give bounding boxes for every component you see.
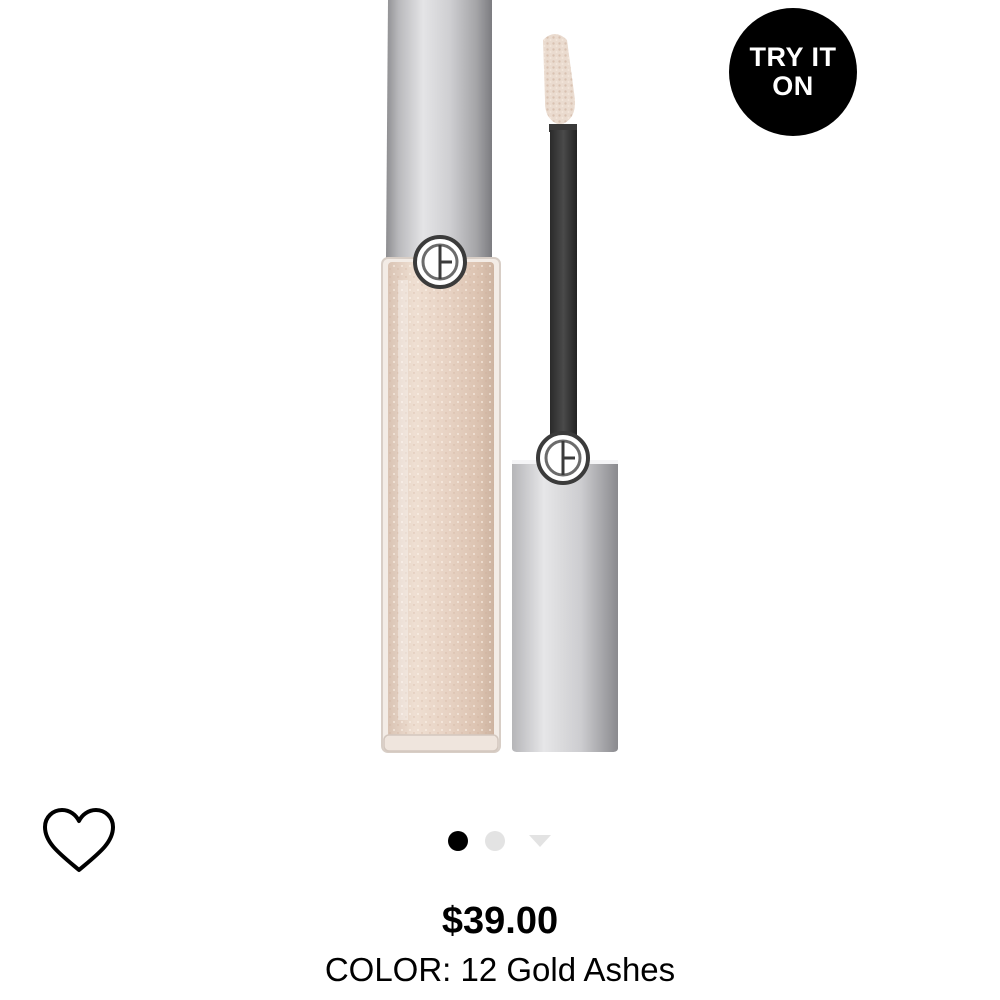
carousel-dot-2[interactable] bbox=[485, 831, 505, 851]
carousel-dot-1[interactable] bbox=[448, 831, 468, 851]
ga-monogram-icon bbox=[413, 235, 467, 289]
carousel-indicators bbox=[445, 828, 555, 854]
heart-outline-icon[interactable] bbox=[40, 806, 118, 876]
try-it-on-label: TRY IT ON bbox=[749, 42, 837, 101]
try-it-on-button[interactable]: TRY IT ON bbox=[729, 8, 857, 136]
product-price: $39.00 bbox=[441, 900, 559, 942]
product-color: COLOR: 12 Gold Ashes bbox=[324, 951, 676, 988]
ga-monogram-icon bbox=[536, 431, 590, 485]
product-image[interactable] bbox=[0, 0, 1000, 780]
play-triangle-icon[interactable] bbox=[529, 835, 551, 847]
